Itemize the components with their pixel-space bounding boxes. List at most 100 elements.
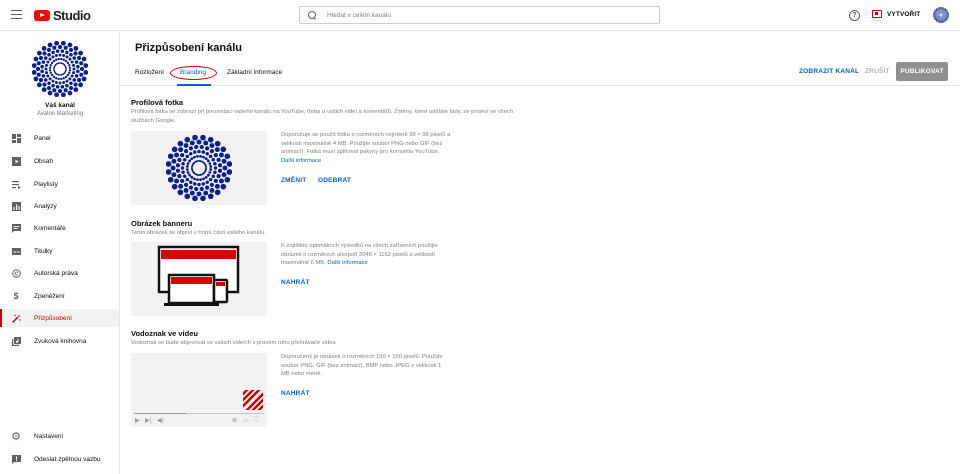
account-avatar[interactable]	[933, 7, 949, 23]
logo-dot	[937, 12, 938, 14]
logo-dot	[62, 53, 66, 57]
logo-dot	[58, 81, 62, 85]
logo-dot	[947, 17, 949, 19]
logo-dot	[941, 10, 943, 12]
logo-dot	[942, 14, 943, 16]
upload-banner-button[interactable]: NAHRÁT	[281, 279, 310, 286]
cancel-button[interactable]: ZRUŠIT	[865, 68, 890, 75]
logo-dot	[43, 78, 48, 82]
remove-photo-button[interactable]: ODEBRAT	[318, 177, 351, 184]
logo-dot	[942, 18, 944, 19]
logo-dot	[55, 49, 60, 53]
logo-dot	[935, 12, 937, 14]
logo-dot	[171, 158, 177, 164]
sidebar-item-playlists[interactable]: Playlisty	[0, 175, 119, 193]
logo-dot	[81, 56, 87, 62]
logo-dot	[43, 56, 48, 60]
logo-dot	[943, 13, 944, 15]
tab-basic-info[interactable]: Základní informace	[227, 69, 282, 76]
logo-dot	[199, 144, 204, 150]
logo-dot	[935, 20, 938, 22]
logo-dot	[946, 18, 948, 21]
logo-dot	[939, 17, 941, 18]
logo-dot	[937, 14, 939, 15]
logo-dot	[936, 13, 938, 15]
studio-logo[interactable]: Studio	[34, 8, 91, 23]
logo-dot	[55, 85, 60, 89]
logo-dot	[201, 182, 206, 186]
logo-dot	[939, 21, 941, 23]
sidebar-item-panel[interactable]: Panel	[0, 129, 119, 147]
view-channel-button[interactable]: ZOBRAZIT KANÁL	[799, 68, 859, 75]
logo-dot	[167, 153, 174, 160]
logo-dot	[57, 44, 63, 50]
help-icon[interactable]: ?	[849, 10, 860, 21]
logo-dot	[208, 162, 212, 165]
search-input[interactable]	[327, 11, 627, 19]
create-button[interactable]: VYTVOŘIT	[872, 10, 920, 18]
channel-avatar[interactable]	[31, 40, 89, 98]
logo-dot	[944, 11, 946, 13]
sidebar-item-content[interactable]: Obsah	[0, 152, 119, 170]
sidebar-item-audio-library[interactable]: Zvuková knihovna	[0, 332, 119, 350]
logo-dot	[192, 135, 198, 141]
logo-dot	[49, 71, 52, 75]
logo-dot	[213, 166, 218, 170]
logo-dot	[48, 69, 52, 72]
logo-dot	[940, 11, 941, 13]
sidebar-item-copyright[interactable]: Autorská práva	[0, 264, 119, 282]
sidebar-item-subtitles[interactable]: Titulky	[0, 242, 119, 260]
search-box[interactable]	[299, 6, 660, 24]
profile-photo-learn-more-link[interactable]: Další informace	[281, 158, 321, 164]
logo-dot	[226, 169, 232, 175]
sidebar-item-feedback[interactable]: Odeslat zpětnou vazbu	[0, 450, 119, 468]
sidebar-item-settings[interactable]: ⚙ Nastavení	[0, 427, 119, 445]
upload-watermark-button[interactable]: NAHRÁT	[281, 390, 310, 397]
logo-dot	[213, 178, 218, 184]
logo-dot	[207, 193, 214, 200]
publish-button[interactable]: PUBLIKOVAT	[896, 62, 948, 81]
logo-dot	[938, 16, 940, 18]
sidebar-item-monetization[interactable]: $ Zpeněžení	[0, 287, 119, 305]
watermark-stripes-icon	[243, 390, 263, 410]
change-photo-button[interactable]: ZMĚNIT	[281, 177, 306, 184]
logo-dot	[72, 56, 77, 60]
logo-dot	[31, 63, 37, 69]
logo-dot	[204, 157, 208, 161]
logo-dot	[79, 66, 85, 72]
avatar-logo-icon	[933, 7, 949, 23]
logo-dot	[216, 157, 221, 163]
sidebar-item-label: Zpeněžení	[34, 292, 65, 300]
logo-dot	[936, 11, 938, 13]
logo-dot	[936, 15, 938, 17]
logo-dot	[213, 170, 217, 175]
logo-dot	[942, 11, 944, 12]
logo-dot	[204, 185, 210, 190]
player-progress-fill	[134, 413, 186, 414]
highlight-circle	[170, 66, 217, 80]
menu-icon[interactable]	[11, 10, 22, 20]
logo-dot	[47, 81, 51, 86]
logo-dot	[216, 173, 221, 179]
tab-layout[interactable]: Rozložení	[135, 69, 164, 76]
logo-dot	[942, 20, 944, 22]
profile-photo-title: Profilová fotka	[131, 98, 184, 107]
logo-dot	[945, 12, 947, 14]
logo-dot	[182, 157, 187, 162]
logo-dot	[83, 63, 89, 69]
logo-dot	[942, 9, 944, 11]
logo-dot	[934, 9, 936, 12]
logo-dot	[204, 165, 207, 168]
sidebar-item-customization[interactable]: Přizpůsobení	[0, 309, 119, 327]
logo-dot	[196, 154, 199, 158]
banner-learn-more-link[interactable]: Další informace	[327, 260, 367, 266]
sidebar-item-comments[interactable]: Komentáře	[0, 219, 119, 237]
logo-dot	[64, 75, 68, 79]
logo-dot	[208, 171, 212, 174]
logo-dot	[939, 12, 941, 13]
sidebar-item-analytics[interactable]: Analýzy	[0, 197, 119, 215]
logo-dot	[190, 175, 194, 179]
logo-dot	[207, 136, 214, 143]
logo-dot	[938, 18, 940, 19]
logo-dot	[940, 17, 941, 19]
